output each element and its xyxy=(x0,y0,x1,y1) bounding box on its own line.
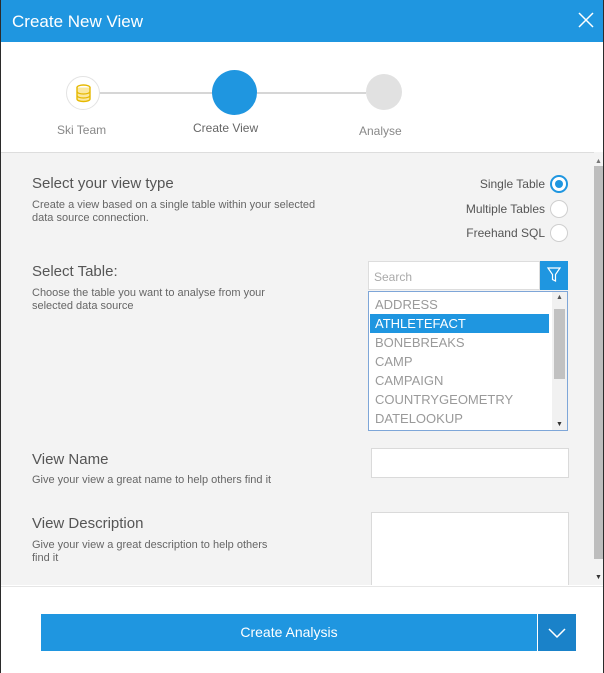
radio-single-table[interactable]: Single Table xyxy=(480,175,568,193)
create-analysis-button[interactable]: Create Analysis xyxy=(41,614,537,651)
step-analyse[interactable] xyxy=(366,74,402,110)
list-item[interactable]: ADDRESS xyxy=(370,295,549,314)
content-scrollbar[interactable]: ▲ ▼ xyxy=(594,152,603,585)
step-create-view[interactable] xyxy=(212,70,257,115)
dialog-footer: Create Analysis xyxy=(1,586,603,673)
view-type-desc: Create a view based on a single table wi… xyxy=(32,199,316,224)
form-content: Select your view type Create a view base… xyxy=(1,152,594,585)
scroll-up-icon[interactable]: ▲ xyxy=(595,158,602,165)
step-connector xyxy=(257,92,366,94)
list-item[interactable]: DATELOOKUP xyxy=(370,409,549,428)
list-item-selected[interactable]: ATHLETEFACT xyxy=(370,314,549,333)
radio-freehand-sql[interactable]: Freehand SQL xyxy=(466,224,568,242)
radio-label: Freehand SQL xyxy=(466,226,545,240)
radio-button[interactable] xyxy=(550,224,568,242)
scroll-down-icon[interactable]: ▼ xyxy=(595,574,602,581)
scroll-up-icon[interactable]: ▲ xyxy=(556,294,563,301)
view-name-title: View Name xyxy=(32,451,109,468)
list-item[interactable]: COUNTRYGEOMETRY xyxy=(370,390,549,409)
list-item[interactable]: CAMP xyxy=(370,352,549,371)
listbox-scrollbar[interactable]: ▲ ▼ xyxy=(552,292,567,430)
step-connector xyxy=(100,92,212,94)
list-item[interactable]: BONEBREAKS xyxy=(370,333,549,352)
radio-button-checked[interactable] xyxy=(550,175,568,193)
scroll-down-icon[interactable]: ▼ xyxy=(556,421,563,428)
step-label-analyse: Analyse xyxy=(359,124,402,138)
view-name-desc: Give your view a great name to help othe… xyxy=(32,474,272,486)
select-table-desc: Choose the table you want to analyse fro… xyxy=(32,287,265,312)
create-options-dropdown[interactable] xyxy=(538,614,576,651)
wizard-steps: Ski Team Create View Analyse xyxy=(1,42,603,152)
scroll-thumb[interactable] xyxy=(594,166,603,559)
create-view-dialog: Create New View Ski Team Create View Ana… xyxy=(0,0,604,673)
view-description-desc: Give your view a great description to he… xyxy=(32,539,268,564)
database-icon xyxy=(75,84,92,108)
list-item[interactable]: CAMPAIGN xyxy=(370,371,549,390)
radio-label: Multiple Tables xyxy=(465,202,545,216)
radio-multiple-tables[interactable]: Multiple Tables xyxy=(466,200,568,218)
filter-button[interactable] xyxy=(540,261,568,290)
view-type-title: Select your view type xyxy=(32,175,174,192)
view-description-textarea[interactable] xyxy=(371,512,569,585)
table-search-input[interactable]: Search xyxy=(368,261,540,290)
view-description-title: View Description xyxy=(32,515,144,532)
step-label-ski-team: Ski Team xyxy=(57,123,107,137)
close-icon[interactable] xyxy=(575,9,597,31)
select-table-title: Select Table: xyxy=(32,263,118,280)
step-label-create-view: Create View xyxy=(193,121,259,135)
scroll-thumb[interactable] xyxy=(554,309,565,379)
dialog-titlebar: Create New View xyxy=(1,0,603,42)
step-ski-team[interactable] xyxy=(66,76,100,110)
table-listbox[interactable]: ADDRESS ATHLETEFACT BONEBREAKS CAMP CAMP… xyxy=(368,291,568,431)
filter-icon xyxy=(546,267,562,288)
chevron-down-icon xyxy=(548,626,566,644)
view-name-input[interactable] xyxy=(371,448,569,478)
dialog-title: Create New View xyxy=(12,12,144,31)
radio-label: Single Table xyxy=(479,177,545,191)
radio-button[interactable] xyxy=(550,200,568,218)
